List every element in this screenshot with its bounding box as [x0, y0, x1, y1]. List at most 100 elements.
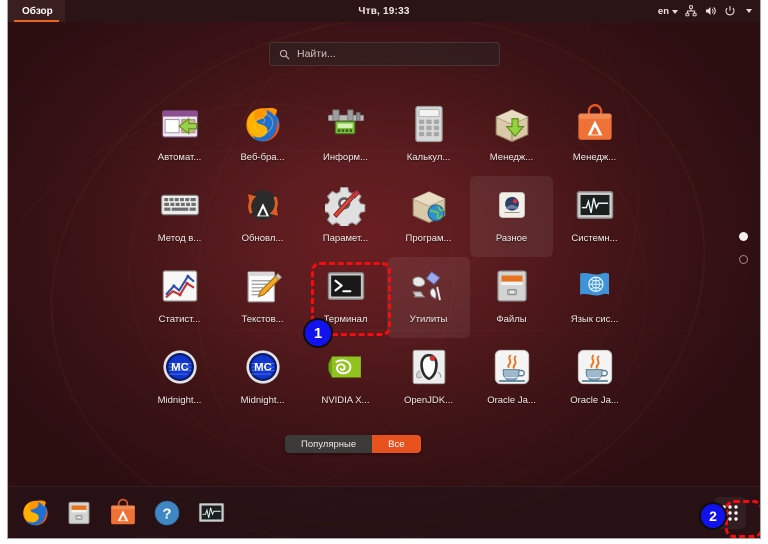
app-folder-utilities[interactable]: Утилиты [387, 257, 470, 338]
app-folder-label: Разное [495, 233, 528, 244]
app-item-calculator[interactable]: Калькул... [387, 95, 470, 176]
app-label: NVIDIA X... [321, 395, 370, 406]
svg-text:MC: MC [171, 362, 189, 374]
dock-item-system-monitor[interactable] [194, 496, 228, 530]
files-nautilus-icon [64, 498, 94, 528]
dock-item-files[interactable] [62, 496, 96, 530]
system-monitor-icon [572, 182, 618, 228]
keyboard-input-icon [157, 182, 203, 228]
app-item-oracle-java[interactable]: Oracle Ja... [470, 338, 553, 419]
firefox-icon [20, 497, 51, 528]
app-label: Язык сис... [570, 314, 619, 325]
nvidia-icon [323, 344, 369, 390]
dock-item-firefox[interactable] [18, 496, 52, 530]
app-label: Програм... [405, 233, 452, 244]
app-item-language[interactable]: Язык сис... [553, 257, 636, 338]
app-label: Oracle Ja... [570, 395, 619, 406]
app-item-inform[interactable]: Информ... [304, 95, 387, 176]
system-tray: en [658, 5, 752, 17]
openjdk-duke-icon [406, 344, 452, 390]
chevron-down-icon [672, 9, 678, 14]
app-label: OpenJDK... [403, 395, 454, 406]
app-label: Информ... [323, 152, 368, 163]
app-item-text-editor[interactable]: Текстов... [221, 257, 304, 338]
app-item-files[interactable]: Файлы [470, 257, 553, 338]
clock[interactable]: Чтв, 19:33 [8, 6, 760, 17]
app-item-software-updater[interactable]: Обновл... [221, 176, 304, 257]
package-install-icon [489, 101, 535, 147]
ubuntu-software-icon [108, 498, 138, 528]
folder-utilities-icon [406, 263, 452, 309]
app-item-avtomat[interactable]: Автомат... [138, 95, 221, 176]
app-item-oracle-java-2[interactable]: Oracle Ja... [553, 338, 636, 419]
app-label: Файлы [496, 314, 527, 325]
app-label: Обновл... [241, 233, 284, 244]
search-box[interactable]: Найти... [269, 42, 500, 66]
keyboard-layout-label: en [657, 5, 669, 17]
files-nautilus-icon [489, 263, 535, 309]
annotation-badge-1: 1 [303, 318, 333, 348]
calculator-icon [406, 101, 452, 147]
app-item-input-method[interactable]: Метод в... [138, 176, 221, 257]
app-label: Midnight... [157, 395, 202, 406]
tray-chevron-down-icon[interactable] [746, 9, 752, 13]
app-item-system-monitor[interactable]: Системн... [553, 176, 636, 257]
page-dot-active[interactable] [739, 232, 748, 241]
app-item-midnight-commander-2[interactable]: MC Midnight... [221, 338, 304, 419]
dock-item-help[interactable]: ? [150, 496, 184, 530]
application-grid: Автомат... Веб-бра... Информ... Калькул.… [138, 95, 638, 419]
view-tabs: Популярные Все [285, 435, 421, 453]
text-editor-icon [240, 263, 286, 309]
app-label: Автомат... [157, 152, 202, 163]
folder-misc-icon [489, 182, 535, 228]
app-item-web-browser[interactable]: Веб-бра... [221, 95, 304, 176]
dock: ? [8, 486, 760, 538]
app-item-midnight-commander[interactable]: MC Midnight... [138, 338, 221, 419]
java-coffee-icon [572, 344, 618, 390]
tab-all-label: Все [388, 438, 405, 450]
svg-text:?: ? [162, 505, 171, 522]
app-item-programs[interactable]: Програм... [387, 176, 470, 257]
app-folder-raznoe[interactable]: Разное [470, 176, 553, 257]
terminal-icon [323, 263, 369, 309]
desktop-overview: Обзор Чтв, 19:33 en Найти... Автомат... … [8, 0, 760, 538]
system-monitor-icon [197, 498, 226, 527]
statistics-chart-icon [157, 263, 203, 309]
search-icon [279, 49, 290, 60]
app-folder-label: Утилиты [409, 314, 448, 325]
network-icon[interactable] [685, 5, 697, 17]
app-label: Midnight... [240, 395, 285, 406]
keyboard-layout-indicator[interactable]: en [658, 6, 678, 17]
app-item-package-manager[interactable]: Менедж... [470, 95, 553, 176]
dock-item-ubuntu-software[interactable] [106, 496, 140, 530]
package-globe-icon [406, 182, 452, 228]
caliper-info-icon [323, 101, 369, 147]
java-coffee-icon [489, 344, 535, 390]
software-updater-icon [240, 182, 286, 228]
language-flag-icon [572, 263, 618, 309]
annotation-badge-2: 2 [699, 502, 727, 530]
tab-all[interactable]: Все [372, 435, 421, 453]
app-item-nvidia[interactable]: NVIDIA X... [304, 338, 387, 419]
app-label: Менедж... [489, 152, 534, 163]
app-label: Oracle Ja... [487, 395, 536, 406]
page-dot[interactable] [739, 255, 748, 264]
midnight-commander-icon: MC [240, 344, 286, 390]
app-label: Системн... [571, 233, 618, 244]
app-label: Менедж... [572, 152, 617, 163]
ubuntu-software-icon [572, 101, 618, 147]
app-label: Калькул... [406, 152, 451, 163]
power-icon[interactable] [724, 5, 736, 17]
app-item-ubuntu-software[interactable]: Менедж... [553, 95, 636, 176]
app-item-statistics[interactable]: Статист... [138, 257, 221, 338]
automation-icon [157, 101, 203, 147]
app-label: Текстов... [241, 314, 284, 325]
app-item-openjdk[interactable]: OpenJDK... [387, 338, 470, 419]
volume-icon[interactable] [704, 5, 717, 17]
tab-frequent-label: Популярные [301, 438, 357, 450]
firefox-icon [240, 101, 286, 147]
page-indicator [739, 232, 748, 264]
app-item-settings[interactable]: Парамет... [304, 176, 387, 257]
app-label: Статист... [158, 314, 201, 325]
tab-frequent[interactable]: Популярные [285, 435, 373, 453]
